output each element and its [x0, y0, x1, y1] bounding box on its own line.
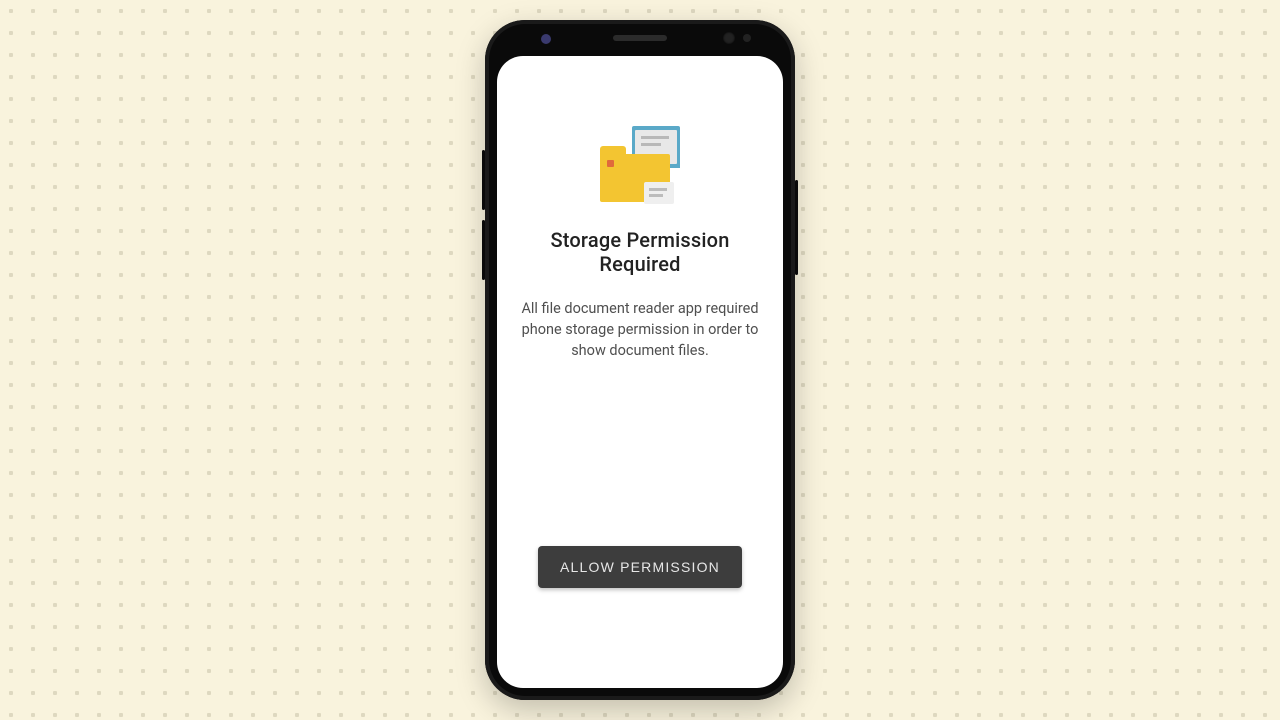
- phone-frame: Storage Permission Required All file doc…: [485, 20, 795, 700]
- app-screen: Storage Permission Required All file doc…: [497, 56, 783, 688]
- permission-description: All file document reader app required ph…: [515, 298, 765, 361]
- phone-camera: [723, 32, 735, 44]
- permission-heading: Storage Permission Required: [515, 228, 765, 276]
- allow-permission-button[interactable]: ALLOW PERMISSION: [538, 546, 742, 588]
- phone-led: [541, 34, 551, 44]
- phone-side-button: [795, 180, 798, 275]
- phone-side-button: [482, 220, 485, 280]
- phone-sensor: [743, 34, 751, 42]
- phone-speaker: [613, 35, 667, 41]
- phone-side-button: [482, 150, 485, 210]
- phone-top-bar: [485, 20, 795, 56]
- folder-documents-icon: [600, 126, 680, 206]
